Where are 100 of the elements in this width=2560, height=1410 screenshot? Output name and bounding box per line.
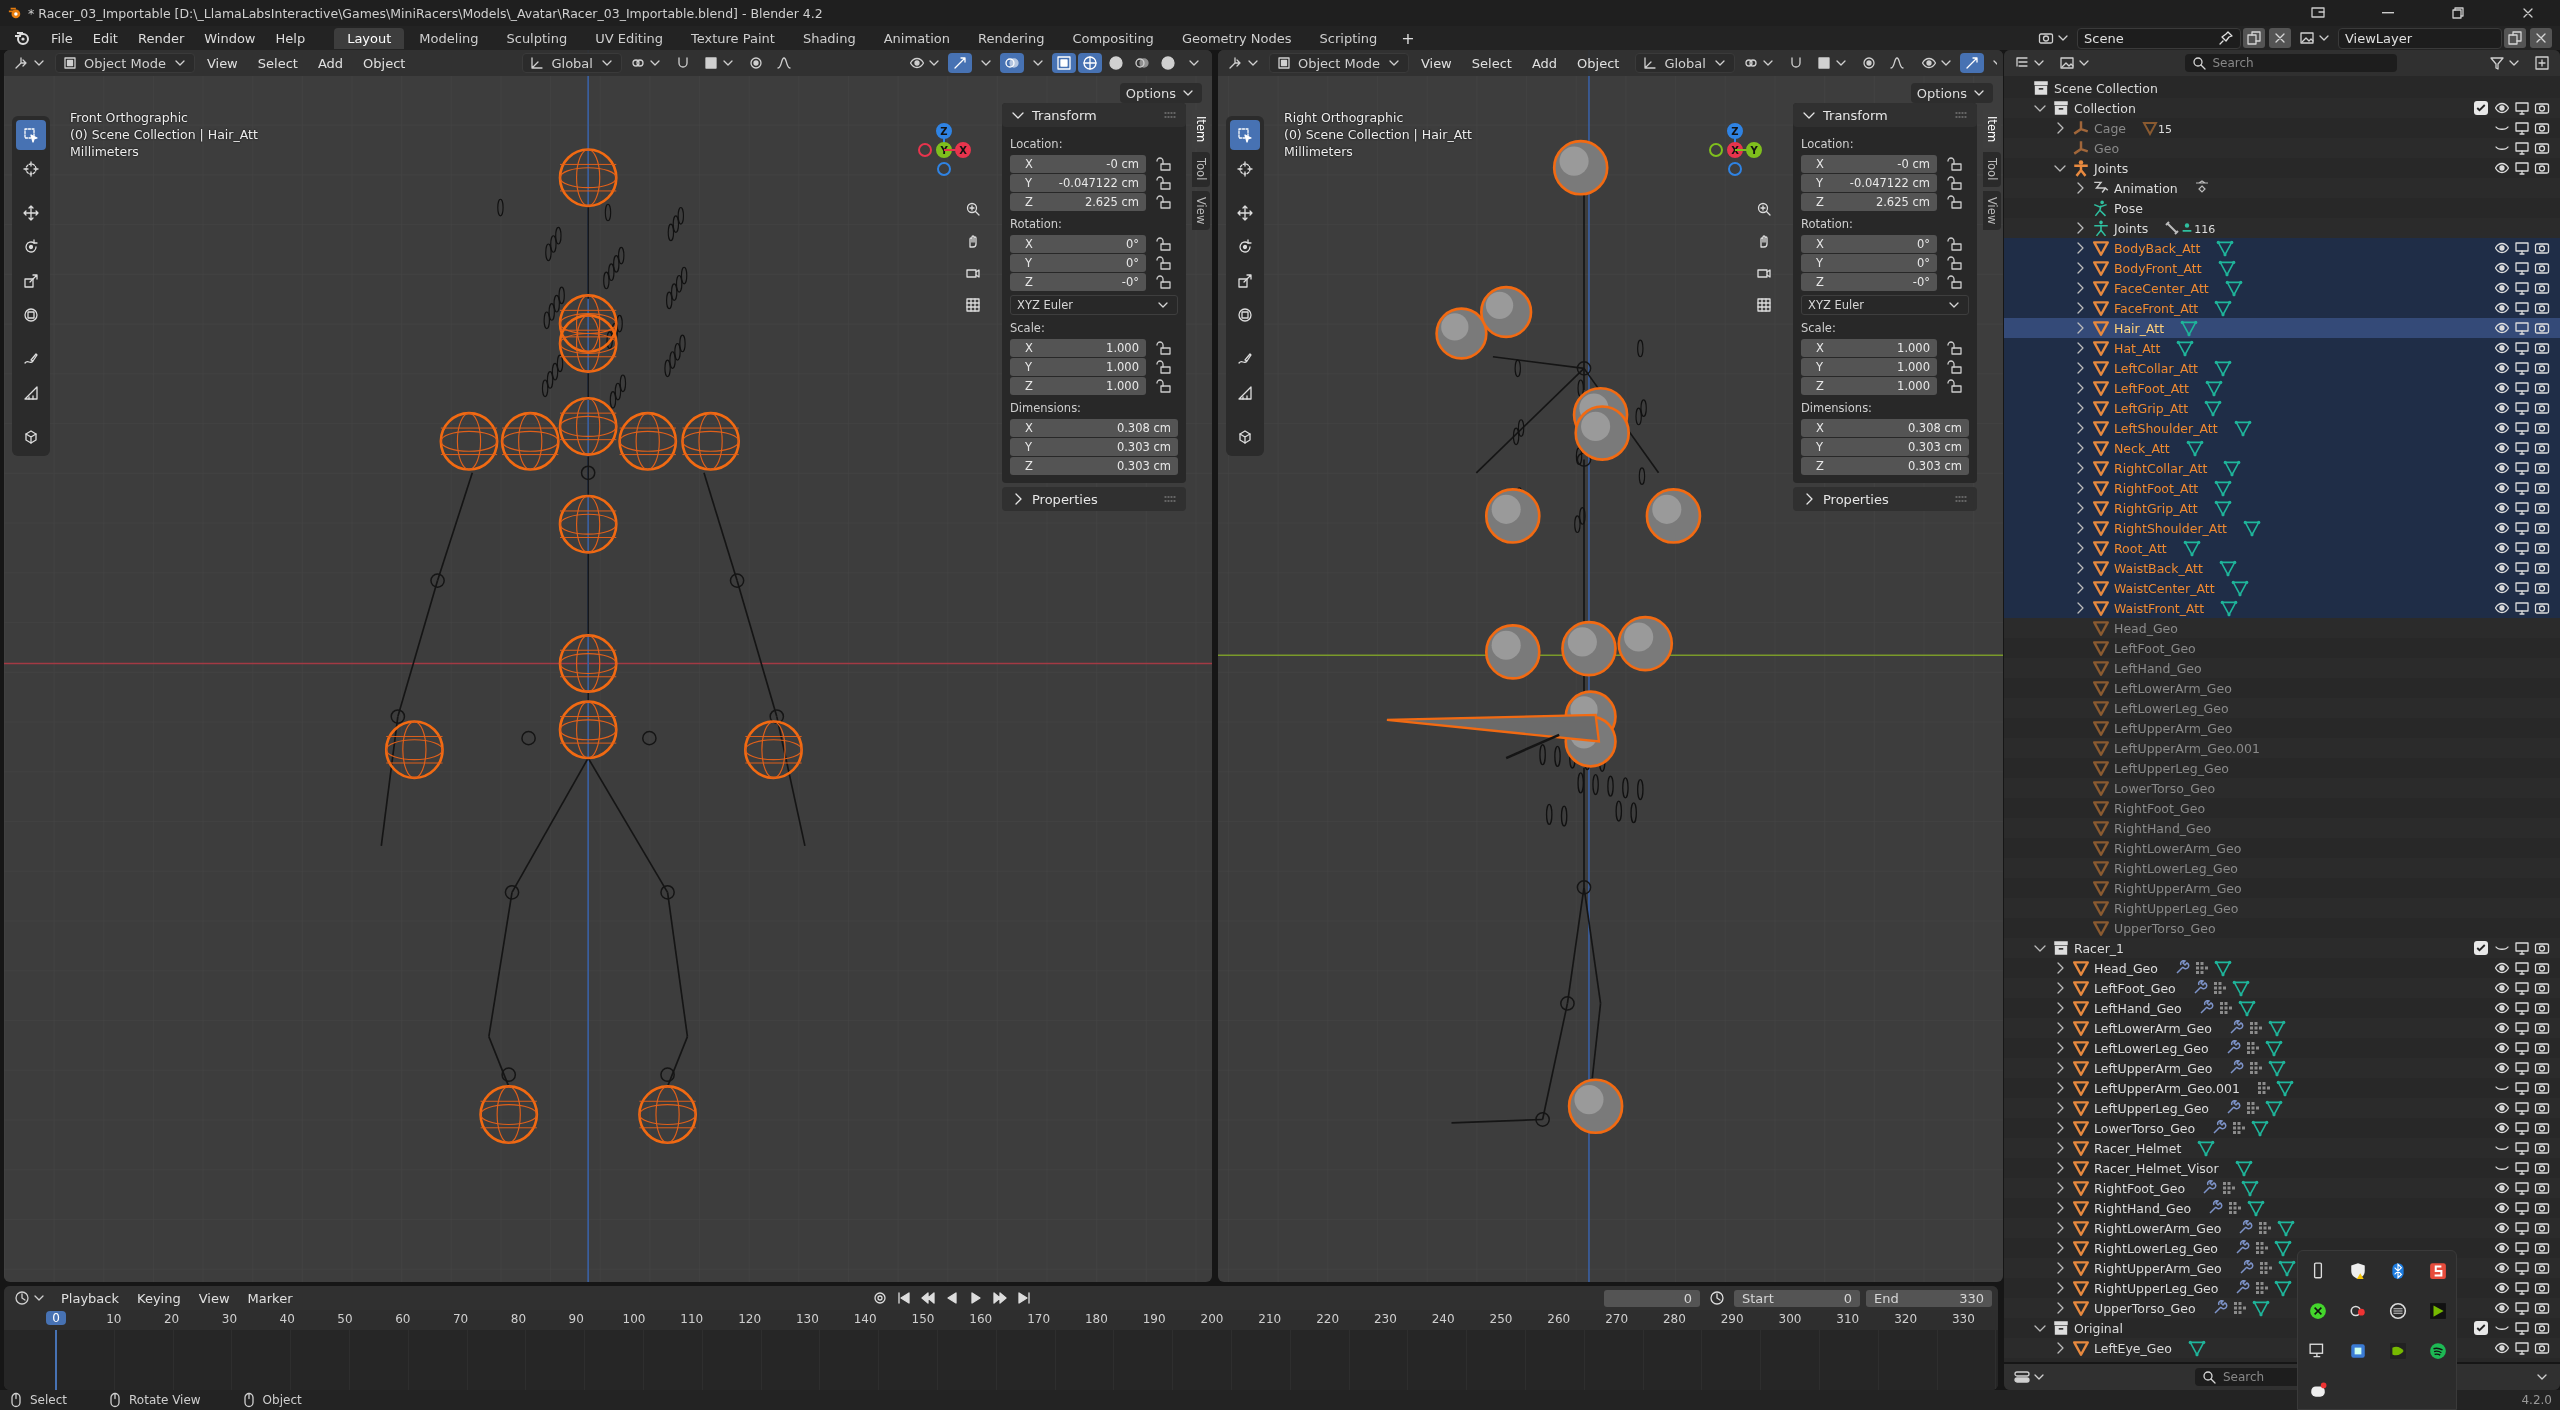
group-label: Scale: [1801,321,1837,335]
number-field[interactable]: Y 0° [1010,254,1146,272]
number-field[interactable]: Z -0° [1010,273,1146,291]
number-field[interactable]: X -0 cm [1801,155,1937,173]
number-field[interactable]: X 0.308 cm [1010,419,1178,437]
scene-field[interactable]: Scene [2077,27,2241,49]
outliner-item[interactable]: LeftShoulder_Att [2004,418,2560,438]
outliner-item[interactable]: WaistFront_Att [2004,598,2560,618]
number-field[interactable]: Y 1.000 [1010,358,1146,376]
menu-item[interactable]: Object [1569,53,1628,73]
outliner-item[interactable]: RightCollar_Att [2004,458,2560,478]
menu-item[interactable]: Object [355,53,414,73]
rotation-mode-dropdown[interactable]: XYZ Euler [1010,295,1178,315]
outliner-item[interactable]: WaistBack_Att [2004,558,2560,578]
panel-header[interactable]: Properties [1002,487,1186,511]
sidebar-tab[interactable]: View [1983,190,2001,230]
outliner-item[interactable]: LeftGrip_Att [2004,398,2560,418]
number-field[interactable]: Z 0.303 cm [1801,457,1969,475]
number-field[interactable]: Z 1.000 [1801,377,1937,395]
sidebar-tab[interactable]: Tool [1192,152,1210,187]
orientation-dropdown[interactable]: Global [1635,53,1735,73]
menu-item[interactable]: Select [249,53,306,73]
menu-item[interactable]: Window [195,28,265,48]
sidebar-tab[interactable]: View [1192,190,1210,230]
menu-item[interactable]: Marker [239,1288,301,1308]
outliner-item[interactable]: Hair_Att [2004,318,2560,338]
menu-item[interactable]: Add [1523,53,1566,73]
child-count: 116 [2194,223,2216,236]
outliner-item[interactable]: FaceFront_Att [2004,298,2560,318]
workspace-tab[interactable]: UV Editing [582,27,676,49]
mode-dropdown[interactable]: Object Mode [55,53,195,73]
number-field[interactable]: Y 1.000 [1801,358,1937,376]
status-hint: Object [262,1393,302,1407]
options-dropdown[interactable]: Options [1119,83,1202,103]
current-frame-field[interactable]: 0 [1604,1289,1700,1307]
number-field[interactable]: Z -0° [1801,273,1937,291]
orientation-dropdown[interactable]: Global [522,53,622,73]
workspace-tab[interactable]: Shading [789,27,869,49]
number-field[interactable]: X 0° [1010,235,1146,253]
number-field[interactable]: Y 0.303 cm [1801,438,1969,456]
rotation-mode-dropdown[interactable]: XYZ Euler [1801,295,1969,315]
end-frame-field[interactable]: End 330 [1866,1289,1992,1307]
panel-header[interactable]: Properties [1793,487,1977,511]
menu-item[interactable]: Edit [83,28,127,48]
menu-item[interactable]: Playback [53,1288,127,1308]
number-field[interactable]: Y 0° [1801,254,1937,272]
menu-item[interactable]: View [190,1288,238,1308]
workspace-tab[interactable]: Geometry Nodes [1168,27,1305,49]
outliner-item[interactable]: FaceCenter_Att [2004,278,2560,298]
outliner-item[interactable]: LeftCollar_Att [2004,358,2560,378]
workspace-tab[interactable]: Animation [870,27,963,49]
number-field[interactable]: Y -0.047122 cm [1010,174,1146,192]
workspace-tab[interactable]: Layout [334,27,405,49]
outliner-item[interactable]: RightGrip_Att [2004,498,2560,518]
number-field[interactable]: X -0 cm [1010,155,1146,173]
outliner-item[interactable]: Hat_Att [2004,338,2560,358]
number-field[interactable]: Z 2.625 cm [1801,193,1937,211]
number-field[interactable]: Z 0.303 cm [1010,457,1178,475]
outliner-item[interactable]: WaistCenter_Att [2004,578,2560,598]
workspace-tab[interactable]: Compositing [1059,27,1167,49]
outliner-item[interactable]: LeftFoot_Att [2004,378,2560,398]
outliner-item[interactable]: Root_Att [2004,538,2560,558]
number-field[interactable]: Z 2.625 cm [1010,193,1146,211]
panel-header[interactable]: Transform [1793,103,1977,127]
workspace-tab[interactable]: Scripting [1306,27,1391,49]
playhead[interactable]: 0 [46,1311,66,1325]
menu-item[interactable]: Add [309,53,352,73]
workspace-tab[interactable]: Texture Paint [678,27,788,49]
group-label: Rotation: [1801,217,1854,231]
outliner-item[interactable]: BodyBack_Att [2004,238,2560,258]
panel-header[interactable]: Transform [1002,103,1186,127]
menu-item[interactable]: File [42,28,82,48]
menu-item[interactable]: View [1412,53,1460,73]
number-field[interactable]: X 0.308 cm [1801,419,1969,437]
outliner-item[interactable]: RightShoulder_Att [2004,518,2560,538]
menu-item[interactable]: Select [1463,53,1520,73]
outliner-item[interactable]: Neck_Att [2004,438,2560,458]
start-frame-field[interactable]: Start 0 [1734,1289,1860,1307]
menu-item[interactable]: Help [266,28,315,48]
outliner-item[interactable]: RightFoot_Att [2004,478,2560,498]
number-field[interactable]: Z 1.000 [1010,377,1146,395]
mode-dropdown[interactable]: Object Mode [1269,53,1409,73]
menu-item[interactable]: Render [128,28,194,48]
search-field[interactable]: Search [2184,54,2397,72]
outliner-item[interactable]: BodyFront_Att [2004,258,2560,278]
menu-item[interactable]: Keying [129,1288,189,1308]
sidebar-tab[interactable]: Tool [1983,152,2001,187]
workspace-tab[interactable]: Modeling [406,27,492,49]
number-field[interactable]: X 1.000 [1801,339,1937,357]
menu-item[interactable]: View [198,53,246,73]
options-dropdown[interactable]: Options [1910,83,1993,103]
number-field[interactable]: X 0° [1801,235,1937,253]
workspace-tab[interactable]: Rendering [965,27,1058,49]
add-workspace-button[interactable]: + [1392,26,1424,50]
number-field[interactable]: Y -0.047122 cm [1801,174,1937,192]
frame-number: 200 [1200,1312,1224,1326]
view-layer-field[interactable]: ViewLayer [2338,27,2502,49]
workspace-tab[interactable]: Sculpting [493,27,581,49]
number-field[interactable]: Y 0.303 cm [1010,438,1178,456]
number-field[interactable]: X 1.000 [1010,339,1146,357]
